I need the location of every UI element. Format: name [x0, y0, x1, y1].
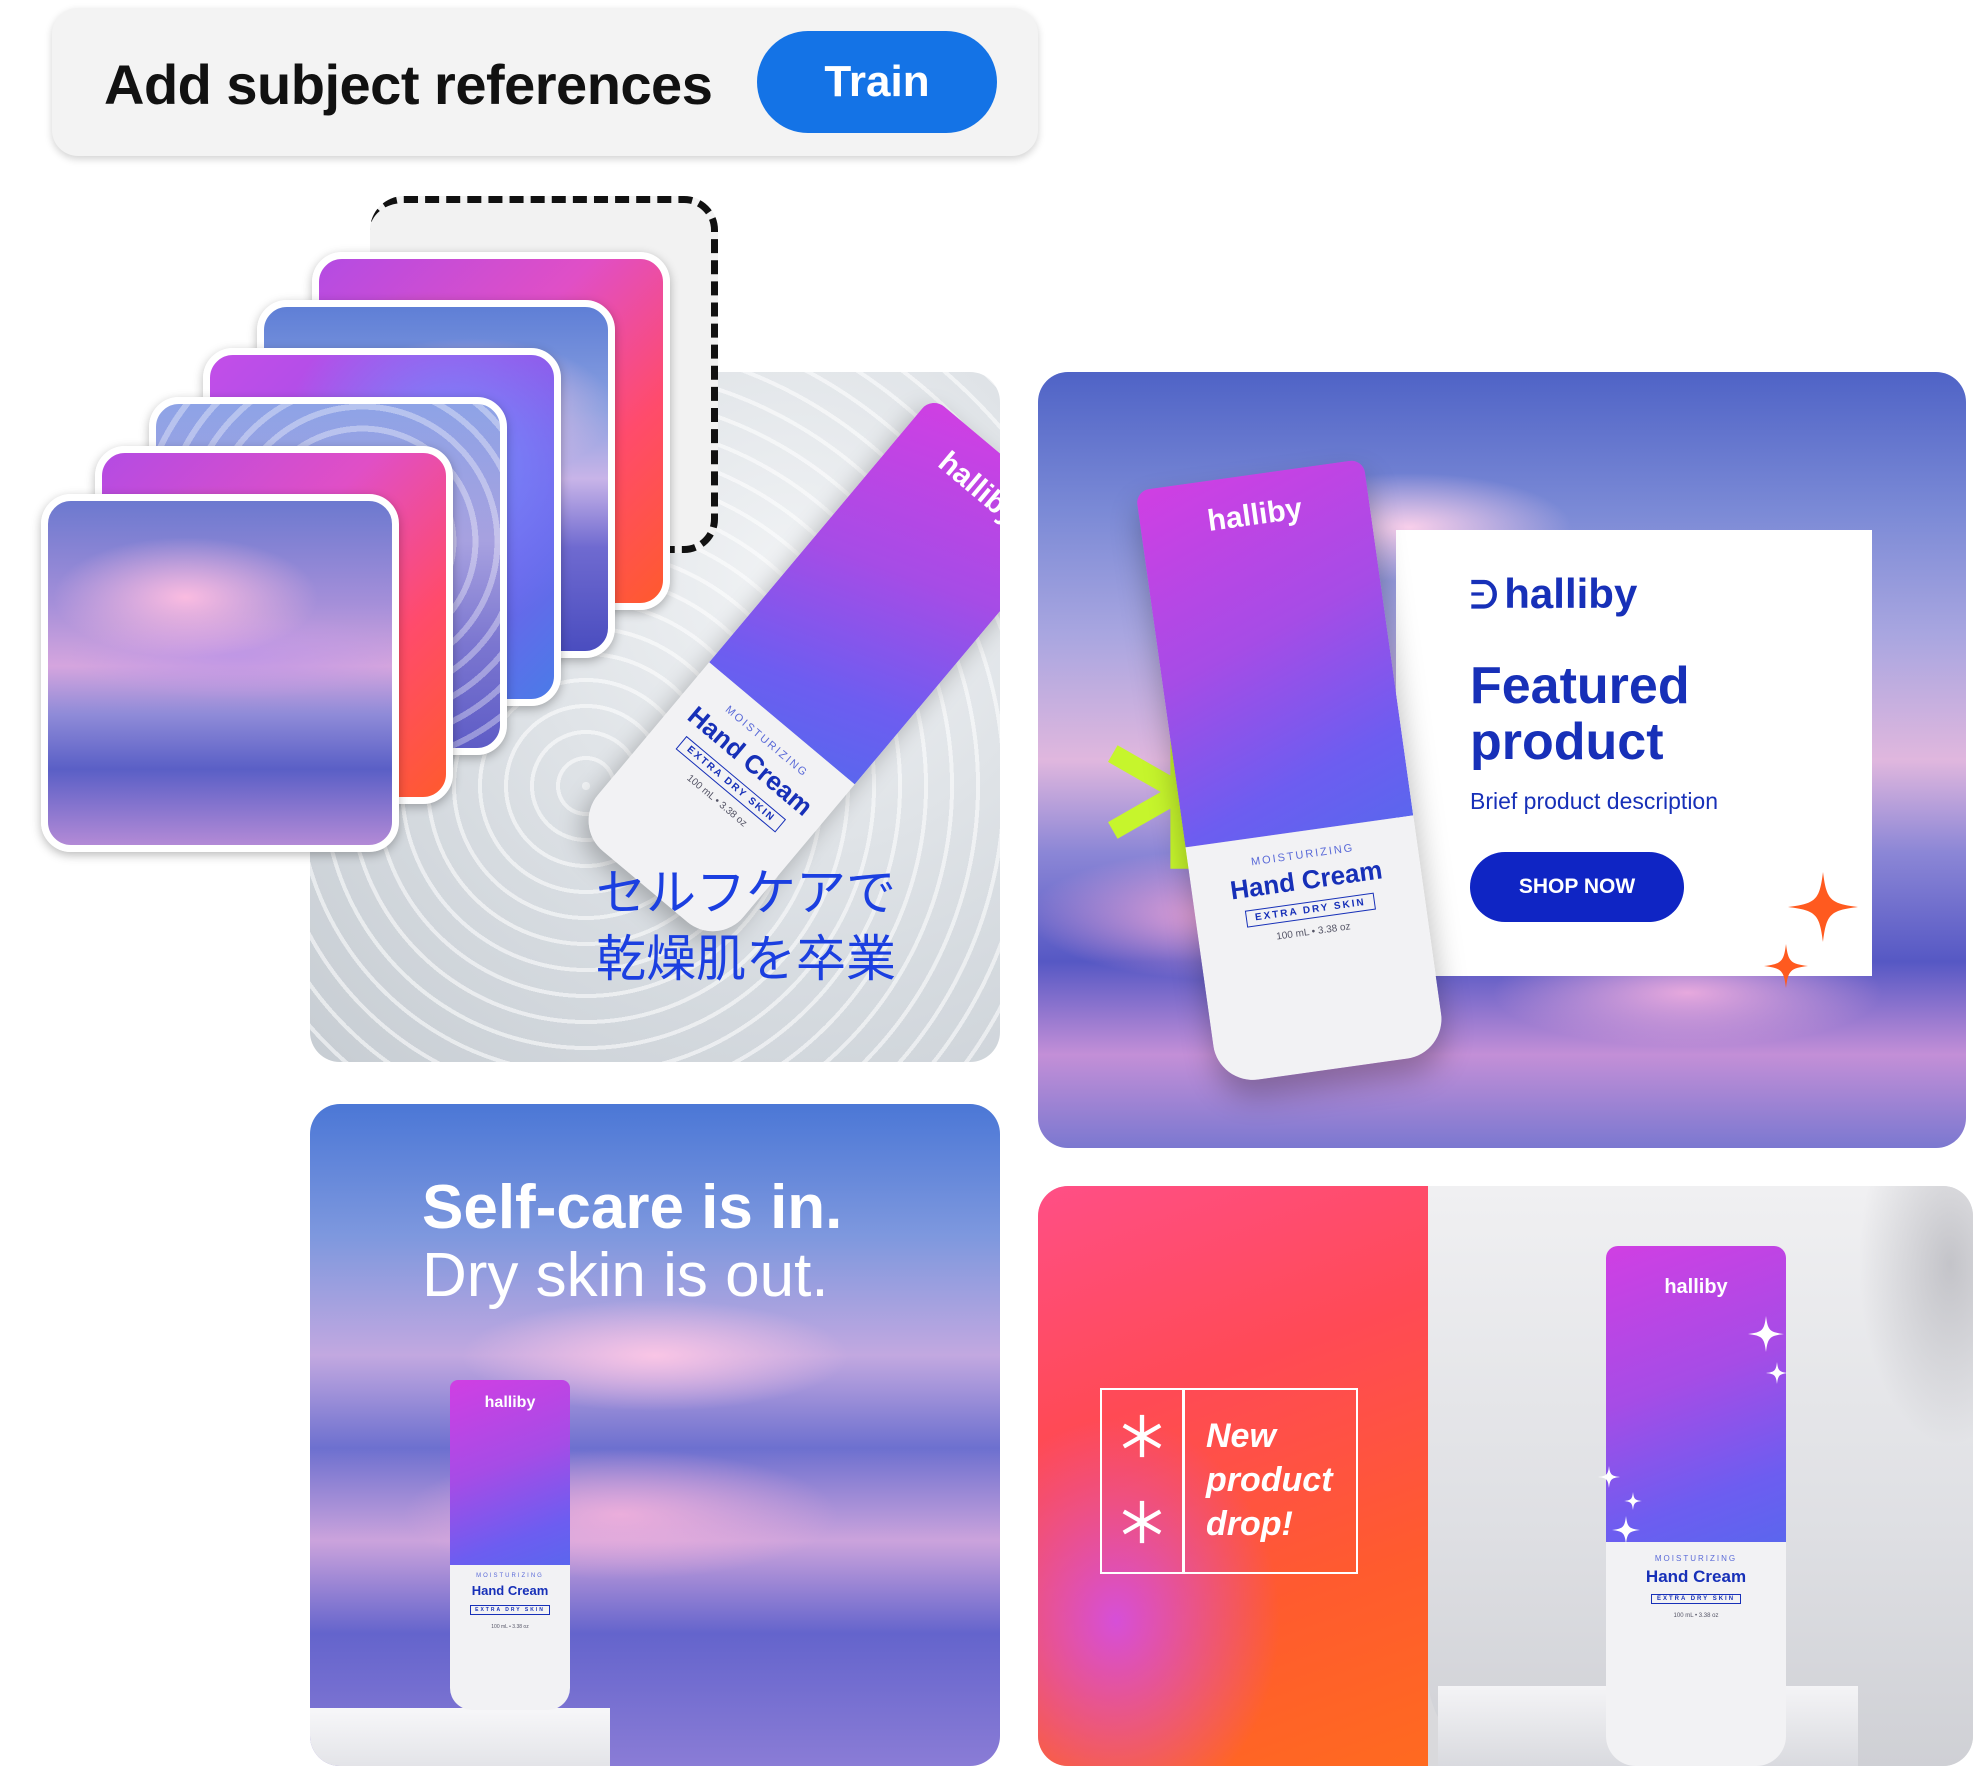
- selfcare-subheadline: Dry skin is out.: [422, 1241, 829, 1310]
- sparkle-icon: [1766, 1362, 1788, 1384]
- tube-brand-logo: halliby: [931, 445, 1000, 532]
- leaf-shadow: [1858, 1186, 1973, 1446]
- brand-mark-icon: ᕭ: [1470, 575, 1499, 617]
- hand-cream-tube: halliby MOISTURIZING Hand Cream EXTRA DR…: [450, 1380, 570, 1710]
- tube-size-label: 100 mL • 3.38 oz: [491, 1623, 529, 1630]
- brand-logo: ᕭ halliby: [1470, 570, 1638, 617]
- reference-thumbnail-front[interactable]: [41, 494, 399, 852]
- selfcare-headline: Self-care is in.: [422, 1173, 843, 1242]
- tube-size-label: 100 mL • 3.38 oz: [684, 772, 749, 830]
- jp-tagline: セルフケアで 乾燥肌を卒業: [596, 864, 896, 988]
- pedestal: [310, 1708, 610, 1766]
- sparkle-icon: [1764, 944, 1808, 988]
- drop-label-box: New product drop!: [1100, 1388, 1358, 1574]
- generated-image-selfcare[interactable]: Self-care is in. Dry skin is out. hallib…: [310, 1104, 1000, 1766]
- tube-skin-label: EXTRA DRY SKIN: [470, 1604, 550, 1615]
- tube-moisturizing-label: MOISTURIZING: [1654, 1554, 1738, 1564]
- sparkle-icon: [1612, 1516, 1640, 1544]
- featured-title: Featured product: [1470, 657, 1690, 771]
- asterisk-icon: [1122, 1500, 1162, 1544]
- tube-product-name: Hand Cream: [471, 1582, 549, 1598]
- tube-product-name: Hand Cream: [1645, 1567, 1747, 1587]
- divider: [1182, 1390, 1185, 1572]
- tube-brand-logo: halliby: [1664, 1276, 1728, 1298]
- page-title: Add subject references: [104, 53, 713, 116]
- drop-text: New product drop!: [1206, 1417, 1333, 1543]
- header-card: Add subject references Train: [52, 8, 1038, 156]
- tube-size-label: 100 mL • 3.38 oz: [1673, 1613, 1719, 1620]
- tube-brand-logo: halliby: [484, 1394, 536, 1411]
- tube-moisturizing-label: MOISTURIZING: [476, 1572, 544, 1579]
- tube-brand-logo: halliby: [1205, 492, 1305, 538]
- asterisk-icon: [1122, 1414, 1162, 1458]
- shop-now-button[interactable]: SHOP NOW: [1470, 852, 1684, 922]
- tube-skin-label: EXTRA DRY SKIN: [1650, 1594, 1742, 1605]
- generated-image-featured[interactable]: ᕭ halliby Featured product Brief product …: [1038, 372, 1966, 1148]
- featured-description: Brief product description: [1470, 788, 1719, 814]
- sparkle-icon: [1788, 872, 1858, 942]
- sparkle-icon: [1624, 1492, 1642, 1510]
- generated-image-drop[interactable]: New product drop! halliby MOISTURIZING H…: [1038, 1186, 1973, 1766]
- sparkle-icon: [1598, 1466, 1620, 1488]
- sparkle-icon: [1748, 1316, 1784, 1352]
- train-button[interactable]: Train: [757, 31, 997, 133]
